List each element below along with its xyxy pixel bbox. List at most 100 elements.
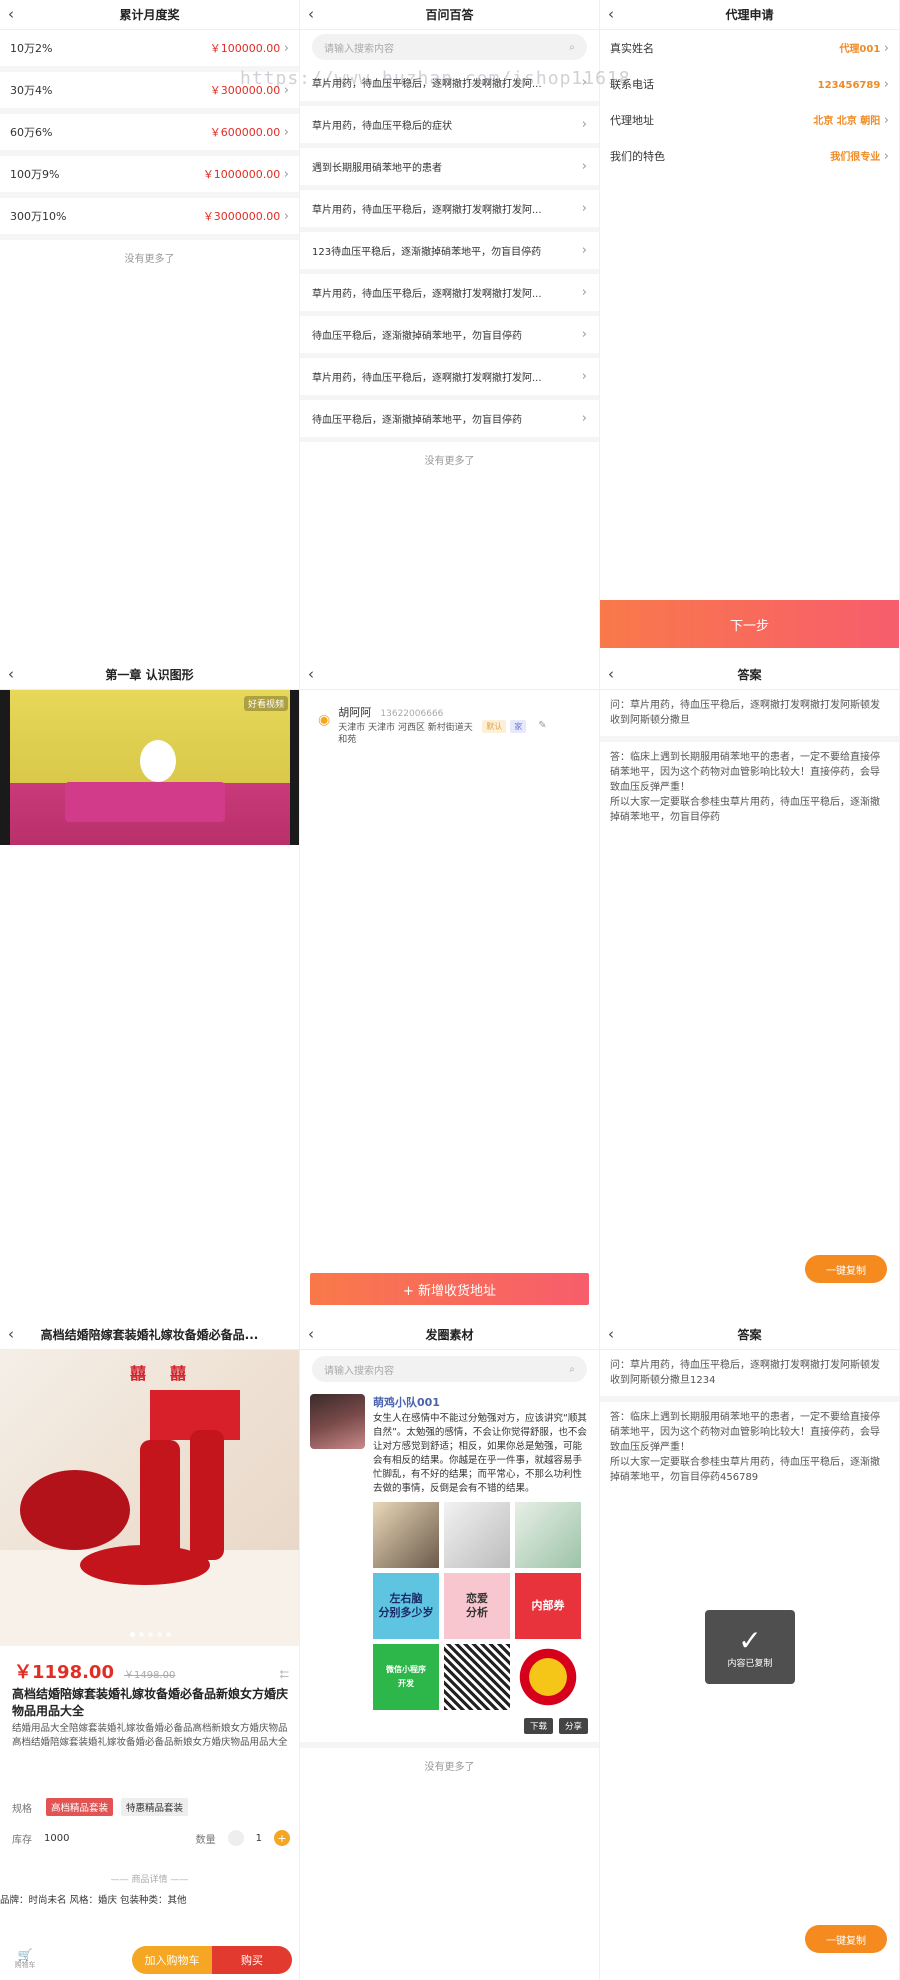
spec-option-selected[interactable]: 高档精品套装 — [46, 1798, 114, 1816]
search-input[interactable]: 请输入搜索内容 ⌕ — [312, 34, 587, 60]
agent-field-row[interactable]: 真实姓名 代理001 › — [600, 30, 899, 66]
post-image[interactable] — [444, 1644, 510, 1710]
carousel-dots — [0, 1632, 299, 1637]
faq-question: 遇到长期服用硝苯地平的患者 — [312, 163, 442, 174]
copy-button[interactable]: 一键复制 — [805, 1925, 887, 1953]
faq-item[interactable]: 遇到长期服用硝苯地平的患者 › — [300, 148, 599, 190]
award-row[interactable]: 10万2% ￥100000.00 › — [0, 30, 299, 72]
add-address-button[interactable]: + 新增收货地址 — [310, 1273, 589, 1305]
faq-item[interactable]: 草片用药，待血压平稳后，逐啊撤打发啊撤打发阿... › — [300, 190, 599, 232]
page-title: 答案 — [737, 1328, 762, 1342]
header: ‹ 高档结婚陪嫁套装婚礼嫁妆备婚必备品... — [0, 1320, 299, 1350]
copied-toast: ✓ 内容已复制 — [705, 1610, 795, 1684]
search-placeholder: 请输入搜索内容 — [324, 43, 394, 55]
back-icon[interactable]: ‹ — [308, 6, 314, 22]
post-image[interactable]: 左右脑 分别多少岁 — [373, 1573, 439, 1639]
post-text: 女生人在感情中不能过分勉强对方，应该讲究“顺其自然”。太勉强的感情，不会让你觉得… — [373, 1413, 587, 1494]
agent-field-row[interactable]: 代理地址 北京 北京 朝阳 › — [600, 102, 899, 138]
agent-field-row[interactable]: 我们的特色 我们很专业 › — [600, 138, 899, 174]
field-label: 代理地址 — [610, 114, 654, 127]
product-image[interactable]: 囍 囍 — [0, 1350, 299, 1646]
watermark: https://www.huzhan.com/ishop11618 — [240, 68, 631, 89]
add-to-cart-button[interactable]: 加入购物车 — [132, 1946, 212, 1974]
field-value[interactable]: 123456789 — [818, 80, 881, 91]
cart-button[interactable]: 🛒 购物车 — [0, 1949, 50, 1970]
image-xi-char: 囍 — [130, 1364, 147, 1383]
edit-icon[interactable]: ✎ — [538, 720, 546, 731]
search-input[interactable]: 请输入搜索内容 ⌕ — [312, 1356, 587, 1382]
chevron-right-icon: › — [581, 243, 587, 258]
header: ‹ 发圈素材 — [300, 1320, 599, 1350]
post-image[interactable]: 微信小程序 开发 — [373, 1644, 439, 1710]
field-value[interactable]: 北京 北京 朝阳 — [813, 116, 880, 127]
faq-item[interactable]: 草片用药，待血压平稳后的症状 › — [300, 106, 599, 148]
post-username[interactable]: 萌鸡小队001 — [373, 1394, 588, 1410]
field-value[interactable]: 代理001 — [839, 44, 880, 55]
back-icon[interactable]: ‹ — [308, 666, 314, 682]
share-button[interactable]: 分享 — [558, 1718, 588, 1734]
back-icon[interactable]: ‹ — [608, 6, 614, 22]
post-image[interactable] — [444, 1502, 510, 1568]
quantity-plus-button[interactable]: + — [274, 1830, 290, 1846]
video-screen: ‹ 第一章 认识图形 好看视频 — [0, 660, 300, 1320]
back-icon[interactable]: ‹ — [608, 1326, 614, 1342]
back-icon[interactable]: ‹ — [308, 1326, 314, 1342]
search-icon[interactable]: ⌕ — [569, 1364, 575, 1375]
stock-value: 1000 — [44, 1832, 70, 1844]
post-image[interactable]: 恋爱 分析 — [444, 1573, 510, 1639]
search-icon[interactable]: ⌕ — [569, 42, 575, 53]
post-image[interactable] — [373, 1502, 439, 1568]
faq-item[interactable]: 待血压平稳后，逐渐撤掉硝苯地平，勿盲目停药 › — [300, 316, 599, 358]
share-icon[interactable]: ⮄ — [279, 1667, 289, 1682]
download-button[interactable]: 下载 — [523, 1718, 553, 1734]
award-label: 60万6% — [10, 126, 53, 139]
award-row[interactable]: 100万9% ￥1000000.00 › — [0, 156, 299, 198]
next-button[interactable]: 下一步 — [600, 600, 899, 648]
award-list: 10万2% ￥100000.00 › 30万4% ￥300000.00 › 60万6… — [0, 30, 299, 240]
faq-question: 123待血压平稳后，逐渐撤掉硝苯地平，勿盲目停药 — [312, 247, 542, 258]
stock-label: 库存 — [12, 1834, 32, 1846]
post-image[interactable] — [515, 1502, 581, 1568]
chevron-right-icon: › — [581, 327, 587, 342]
chevron-right-icon: › — [581, 411, 587, 426]
avatar[interactable] — [310, 1394, 365, 1449]
quantity-value[interactable]: 1 — [256, 1833, 262, 1844]
spec-option[interactable]: 特惠精品套装 — [121, 1798, 189, 1816]
quantity-minus-button[interactable] — [227, 1830, 244, 1846]
video-player[interactable]: 好看视频 — [0, 690, 299, 845]
copy-button[interactable]: 一键复制 — [805, 1255, 887, 1283]
post-image[interactable]: 内部券 — [515, 1573, 581, 1639]
contact-phone: 13622006666 — [380, 709, 444, 719]
address-card[interactable]: ◉ 胡阿阿 13622006666 天津市 天津市 河西区 新村街道天和苑 默认… — [300, 690, 599, 756]
question-text: 问：草片用药，待血压平稳后，逐啊撤打发啊撤打发阿斯顿发收到阿斯顿分撒旦 — [600, 690, 899, 742]
back-icon[interactable]: ‹ — [608, 666, 614, 682]
back-icon[interactable]: ‹ — [8, 666, 14, 682]
faq-item[interactable]: 123待血压平稳后，逐渐撤掉硝苯地平，勿盲目停药 › — [300, 232, 599, 274]
no-more-text: 没有更多了 — [424, 456, 475, 467]
field-value[interactable]: 我们很专业 — [830, 152, 880, 163]
answer-text: 答：临床上遇到长期服用硝苯地平的患者，一定不要给直接停硝苯地平，因为这个药物对血… — [610, 752, 880, 823]
back-icon[interactable]: ‹ — [8, 6, 14, 22]
post-image[interactable] — [515, 1644, 581, 1710]
spec-label: 规格 — [12, 1803, 32, 1815]
award-row[interactable]: 60万6% ￥600000.00 › — [0, 114, 299, 156]
back-icon[interactable]: ‹ — [8, 1326, 14, 1342]
bottom-bar: 🛒 购物车 加入购物车 购买 — [0, 1940, 299, 1980]
faq-item[interactable]: 待血压平稳后，逐渐撤掉硝苯地平，勿盲目停药 › — [300, 400, 599, 442]
page-title: 高档结婚陪嫁套装婚礼嫁妆备婚必备品... — [40, 1328, 259, 1342]
agent-field-row[interactable]: 联系电话 123456789 › — [600, 66, 899, 102]
buy-button[interactable]: 购买 — [212, 1946, 292, 1974]
award-row[interactable]: 300万10% ￥3000000.00 › — [0, 198, 299, 240]
chevron-right-icon: › — [581, 285, 587, 300]
no-more-text: 没有更多了 — [124, 254, 175, 265]
header: ‹ 答案 — [600, 1320, 899, 1350]
faq-item[interactable]: 草片用药，待血压平稳后，逐啊撤打发啊撤打发阿... › — [300, 358, 599, 400]
award-label: 100万9% — [10, 168, 60, 181]
faq-item[interactable]: 草片用药，待血压平稳后，逐啊撤打发啊撤打发阿... › — [300, 274, 599, 316]
chevron-right-icon: › — [883, 76, 889, 92]
stock-row: 库存 1000 数量 1 + — [12, 1830, 290, 1846]
award-amount: ￥600000.00 — [209, 126, 281, 139]
chevron-right-icon: › — [883, 113, 889, 128]
default-tag: 默认 — [482, 720, 507, 733]
detail-divider: —— 商品详情 —— — [110, 1875, 189, 1885]
